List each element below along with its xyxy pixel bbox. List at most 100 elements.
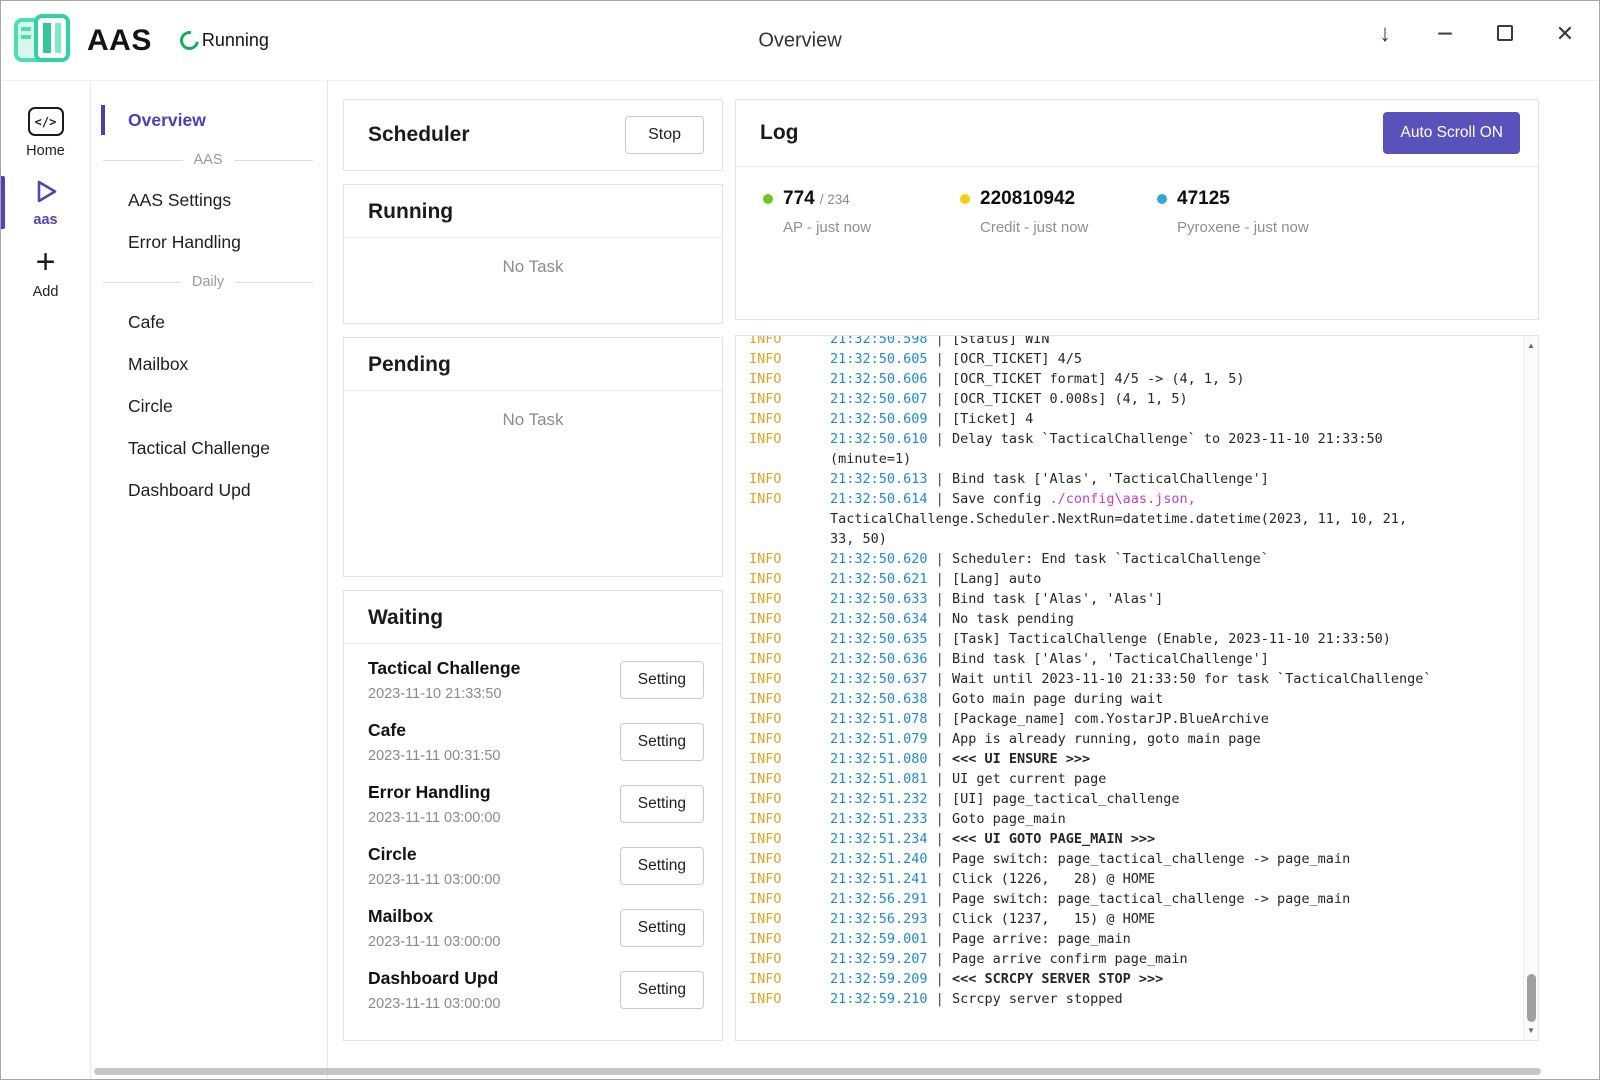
- log-line: INFO21:32:59.207 | Page arrive confirm p…: [749, 949, 1515, 969]
- task-setting-button[interactable]: Setting: [620, 909, 704, 947]
- waiting-card-header: Waiting: [344, 591, 722, 644]
- stat-label: Credit - just now: [960, 219, 1157, 236]
- divider-label: AAS: [194, 152, 223, 168]
- nav-rail: </> Home aas + Add: [1, 81, 91, 1079]
- maximize-button[interactable]: [1493, 22, 1517, 46]
- running-spinner-icon: [176, 27, 202, 53]
- stat-top-row: 47125: [1157, 188, 1354, 210]
- log-line: INFO21:32:50.633 | Bind task ['Alas', 'A…: [749, 589, 1515, 609]
- running-status: Running: [202, 30, 269, 51]
- stop-button[interactable]: Stop: [625, 116, 704, 154]
- task-setting-button[interactable]: Setting: [620, 847, 704, 885]
- main-content: Scheduler Stop Running No Task Pending N…: [328, 81, 1599, 1079]
- scroll-up-arrow-icon[interactable]: ▲: [1524, 339, 1538, 352]
- task-info: Mailbox 2023-11-11 03:00:00: [368, 906, 501, 950]
- log-output: INFO21:32:50.598 | [Status] WIN INFO21:32…: [749, 336, 1515, 1009]
- task-next-run-time: 2023-11-11 03:00:00: [368, 996, 501, 1012]
- log-line: INFO21:32:51.234 | <<< UI GOTO PAGE_MAIN…: [749, 829, 1515, 849]
- log-line: INFO21:32:51.080 | <<< UI ENSURE >>>: [749, 749, 1515, 769]
- nav-home[interactable]: </> Home: [1, 97, 90, 168]
- log-line: INFO21:32:50.614 | Save config ./config\…: [749, 489, 1515, 549]
- scheduler-title: Scheduler: [368, 123, 470, 147]
- task-name: Tactical Challenge: [368, 658, 520, 679]
- maximize-icon: [1497, 25, 1513, 41]
- log-line: INFO21:32:50.609 | [Ticket] 4: [749, 409, 1515, 429]
- nav-home-label: Home: [26, 143, 65, 159]
- scheduler-column: Scheduler Stop Running No Task Pending N…: [343, 99, 723, 1041]
- task-next-run-time: 2023-11-11 03:00:00: [368, 810, 501, 826]
- log-line: INFO21:32:51.081 | UI get current page: [749, 769, 1515, 789]
- stat-top-row: 774 / 234: [763, 188, 960, 210]
- sidebar-section-divider: AAS: [91, 141, 327, 179]
- log-line: INFO21:32:51.078 | [Package_name] com.Yo…: [749, 709, 1515, 729]
- sidebar-item-label: Cafe: [128, 312, 165, 333]
- stat-color-dot-icon: [960, 194, 970, 204]
- play-icon: [32, 178, 59, 205]
- log-line: INFO21:32:50.635 | [Task] TacticalChalle…: [749, 629, 1515, 649]
- download-update-icon[interactable]: ↓: [1373, 22, 1397, 46]
- running-card-header: Running: [344, 185, 722, 238]
- auto-scroll-toggle[interactable]: Auto Scroll ON: [1383, 112, 1520, 154]
- nav-aas-label: aas: [33, 212, 57, 228]
- task-setting-button[interactable]: Setting: [620, 661, 704, 699]
- task-next-run-time: 2023-11-11 00:31:50: [368, 748, 501, 764]
- task-setting-button[interactable]: Setting: [620, 723, 704, 761]
- pending-title: Pending: [368, 353, 451, 376]
- divider-label: Daily: [192, 274, 224, 290]
- waiting-card: Waiting Tactical Challenge 2023-11-10 21…: [343, 590, 723, 1041]
- app-name: AAS: [87, 24, 152, 58]
- log-line: INFO21:32:56.291 | Page switch: page_tac…: [749, 889, 1515, 909]
- nav-aas[interactable]: aas: [1, 168, 90, 237]
- sidebar-item-overview[interactable]: Overview: [91, 99, 327, 141]
- waiting-task-circle: Circle 2023-11-11 03:00:00 Setting: [368, 835, 704, 897]
- minimize-button[interactable]: −: [1433, 20, 1457, 48]
- task-setting-button[interactable]: Setting: [620, 785, 704, 823]
- task-setting-button[interactable]: Setting: [620, 971, 704, 1009]
- window-controls: ↓ − ✕: [1373, 1, 1577, 67]
- waiting-task-list: Tactical Challenge 2023-11-10 21:33:50 S…: [344, 644, 722, 1021]
- log-line: INFO21:32:59.209 | <<< SCRCPY SERVER STO…: [749, 969, 1515, 989]
- window-title: Overview: [758, 29, 841, 52]
- stat-label: AP - just now: [763, 219, 960, 236]
- sidebar-item-error-handling[interactable]: Error Handling: [91, 221, 327, 263]
- sidebar-item-dashboard-upd[interactable]: Dashboard Upd: [91, 469, 327, 511]
- log-vertical-scrollbar[interactable]: ▲ ▼: [1523, 336, 1538, 1040]
- app-window: AAS Running Overview ↓ − ✕ </> Home aas: [0, 0, 1600, 1080]
- resource-stat: 774 / 234 AP - just now: [763, 188, 960, 236]
- sidebar-item-label: Error Handling: [128, 232, 241, 253]
- log-line: INFO21:32:50.634 | No task pending: [749, 609, 1515, 629]
- nav-add-label: Add: [33, 284, 59, 300]
- sidebar-item-label: Circle: [128, 396, 173, 417]
- titlebar: AAS Running Overview ↓ − ✕: [1, 1, 1599, 81]
- nav-add[interactable]: + Add: [1, 237, 90, 309]
- running-title: Running: [368, 200, 453, 223]
- horizontal-scrollbar-thumb[interactable]: [94, 1068, 1541, 1075]
- task-next-run-time: 2023-11-11 03:00:00: [368, 872, 501, 888]
- scroll-down-arrow-icon[interactable]: ▼: [1524, 1024, 1538, 1037]
- log-line: INFO21:32:50.598 | [Status] WIN: [749, 336, 1515, 349]
- sidebar-item-cafe[interactable]: Cafe: [91, 301, 327, 343]
- stat-value: 220810942: [980, 188, 1075, 210]
- log-scroll-area[interactable]: INFO21:32:50.598 | [Status] WIN INFO21:32…: [736, 336, 1523, 1040]
- app-body: </> Home aas + Add Overview AAS AAS Sett…: [1, 81, 1599, 1079]
- sidebar-item-aas-settings[interactable]: AAS Settings: [91, 179, 327, 221]
- resource-stats-row: 774 / 234 AP - just now 220810942 Credit…: [736, 167, 1538, 236]
- task-info: Error Handling 2023-11-11 03:00:00: [368, 782, 501, 826]
- log-line: INFO21:32:51.241 | Click (1226, 28) @ HO…: [749, 869, 1515, 889]
- sidebar-item-tactical-challenge[interactable]: Tactical Challenge: [91, 427, 327, 469]
- waiting-task-tactical-challenge: Tactical Challenge 2023-11-10 21:33:50 S…: [368, 649, 704, 711]
- close-button[interactable]: ✕: [1553, 23, 1577, 45]
- sidebar-item-label: Dashboard Upd: [128, 480, 251, 501]
- sidebar-item-mailbox[interactable]: Mailbox: [91, 343, 327, 385]
- running-empty-text: No Task: [344, 238, 722, 277]
- log-line: INFO21:32:59.210 | Scrcpy server stopped: [749, 989, 1515, 1009]
- task-name: Error Handling: [368, 782, 501, 803]
- vertical-scrollbar-thumb[interactable]: [1527, 974, 1536, 1022]
- stat-color-dot-icon: [1157, 194, 1167, 204]
- task-name: Cafe: [368, 720, 501, 741]
- stat-value: 47125: [1177, 188, 1230, 210]
- sidebar-item-circle[interactable]: Circle: [91, 385, 327, 427]
- resource-stat: 220810942 Credit - just now: [960, 188, 1157, 236]
- pending-empty-text: No Task: [344, 391, 722, 430]
- log-line: INFO21:32:51.233 | Goto page_main: [749, 809, 1515, 829]
